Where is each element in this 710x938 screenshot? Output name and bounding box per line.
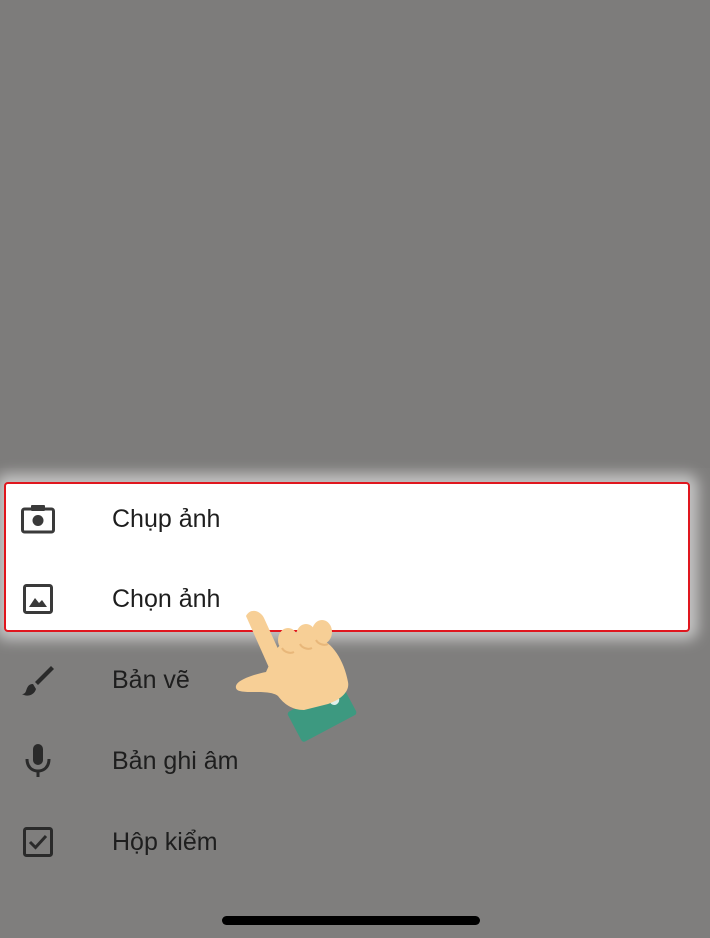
menu-item-label: Hộp kiểm <box>112 827 218 856</box>
menu-item-label: Chọn ảnh <box>112 584 221 613</box>
menu-item-checkbox[interactable]: Hộp kiểm <box>0 802 710 882</box>
pointing-hand-icon <box>235 610 357 742</box>
menu-item-take-photo[interactable]: Chụp ảnh <box>0 479 710 559</box>
image-icon <box>20 581 56 617</box>
checkbox-icon <box>20 824 56 860</box>
menu-item-label: Bản vẽ <box>112 665 190 694</box>
home-indicator[interactable] <box>222 916 480 925</box>
screen: Chụp ảnh Chọn ảnh Bản vẽ Bản ghi âm Hộp … <box>0 0 710 938</box>
menu-item-label: Chụp ảnh <box>112 504 221 533</box>
camera-icon <box>20 501 56 537</box>
menu-item-label: Bản ghi âm <box>112 746 239 775</box>
dimmed-backdrop[interactable] <box>0 0 710 468</box>
microphone-icon <box>20 743 56 779</box>
brush-icon <box>20 662 56 698</box>
